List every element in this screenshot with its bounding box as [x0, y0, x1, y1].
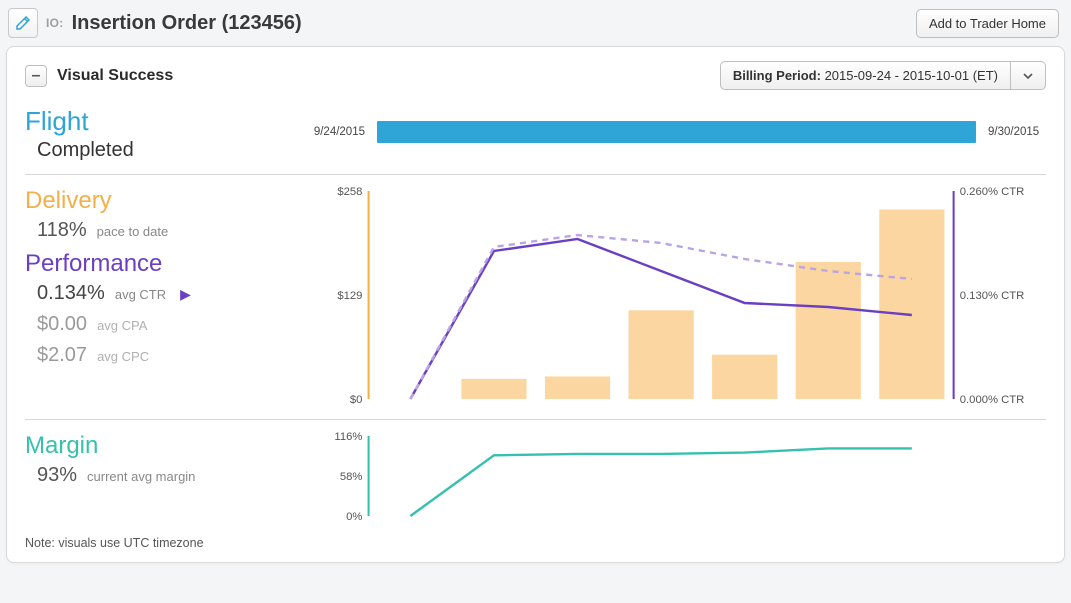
- delivery-title: Delivery: [25, 187, 291, 215]
- performance-metrics: 0.134% avg CTR ▶ $0.00 avg CPA $2.07 avg…: [25, 282, 291, 367]
- perf-ctr-label: avg CTR: [115, 287, 166, 302]
- perf-ctr-value: 0.134%: [37, 282, 105, 305]
- page-title: Insertion Order (123456): [72, 12, 302, 35]
- billing-period-caret[interactable]: [1010, 61, 1046, 90]
- flight-chart: 9/24/2015 9/30/2015: [307, 114, 1046, 150]
- panel-header: – Visual Success Billing Period: 2015-09…: [25, 61, 1046, 90]
- billing-period-label[interactable]: Billing Period: 2015-09-24 - 2015-10-01 …: [720, 61, 1010, 90]
- margin-metric: 93% current avg margin: [37, 464, 291, 487]
- visual-success-panel: – Visual Success Billing Period: 2015-09…: [6, 46, 1065, 563]
- flight-start-date: 9/24/2015: [307, 126, 365, 138]
- delivery-value: 118%: [37, 219, 87, 242]
- pencil-icon: [14, 14, 32, 32]
- add-to-trader-home-button[interactable]: Add to Trader Home: [916, 9, 1059, 38]
- edit-io-button[interactable]: [8, 8, 38, 38]
- svg-text:$129: $129: [337, 290, 362, 302]
- margin-chart: 0% 58% 116%: [307, 432, 1046, 522]
- billing-label-prefix: Billing Period:: [733, 68, 821, 83]
- svg-text:0%: 0%: [346, 511, 362, 522]
- flight-title: Flight: [25, 106, 291, 137]
- delivery-performance-chart: $0 $129 $258 0.000% CTR 0.130% CTR 0.260% CTR: [307, 187, 1046, 407]
- flight-status: Completed: [37, 139, 291, 162]
- margin-label: current avg margin: [87, 469, 195, 484]
- svg-text:58%: 58%: [340, 471, 363, 483]
- flight-row: Flight Completed 9/24/2015 9/30/2015: [25, 106, 1046, 162]
- perf-cpa-value: $0.00: [37, 313, 87, 336]
- margin-title: Margin: [25, 432, 291, 460]
- flight-progress-bar: [377, 121, 976, 143]
- delivery-metric: 118% pace to date: [37, 219, 291, 242]
- io-prefix: IO:: [46, 16, 64, 30]
- billing-value: 2015-09-24 - 2015-10-01 (ET): [825, 68, 998, 83]
- svg-text:$0: $0: [350, 394, 363, 406]
- divider: [25, 419, 1046, 420]
- triangle-right-icon: ▶: [180, 286, 191, 303]
- delivery-label: pace to date: [97, 224, 169, 239]
- divider: [25, 174, 1046, 175]
- billing-period-dropdown[interactable]: Billing Period: 2015-09-24 - 2015-10-01 …: [720, 61, 1046, 90]
- perf-cpa-label: avg CPA: [97, 318, 147, 333]
- timezone-note: Note: visuals use UTC timezone: [25, 536, 1046, 550]
- margin-value: 93%: [37, 464, 77, 487]
- collapse-toggle[interactable]: –: [25, 65, 47, 87]
- perf-cpc[interactable]: $2.07 avg CPC: [37, 344, 291, 367]
- svg-text:$258: $258: [337, 187, 362, 198]
- delivery-performance-row: Delivery 118% pace to date Performance 0…: [25, 187, 1046, 407]
- performance-title: Performance: [25, 250, 291, 278]
- perf-cpa[interactable]: $0.00 avg CPA: [37, 313, 291, 336]
- flight-end-date: 9/30/2015: [988, 126, 1046, 138]
- svg-text:0.000% CTR: 0.000% CTR: [960, 394, 1025, 406]
- page-header: IO: Insertion Order (123456) Add to Trad…: [6, 6, 1065, 46]
- svg-text:116%: 116%: [334, 432, 362, 443]
- perf-ctr[interactable]: 0.134% avg CTR ▶: [37, 282, 291, 305]
- perf-cpc-value: $2.07: [37, 344, 87, 367]
- svg-text:0.260% CTR: 0.260% CTR: [960, 187, 1025, 198]
- svg-text:0.130% CTR: 0.130% CTR: [960, 290, 1025, 302]
- chevron-down-icon: [1022, 70, 1034, 82]
- perf-cpc-label: avg CPC: [97, 349, 149, 364]
- margin-row: Margin 93% current avg margin 0% 58% 116%: [25, 432, 1046, 522]
- panel-title: Visual Success: [57, 67, 173, 85]
